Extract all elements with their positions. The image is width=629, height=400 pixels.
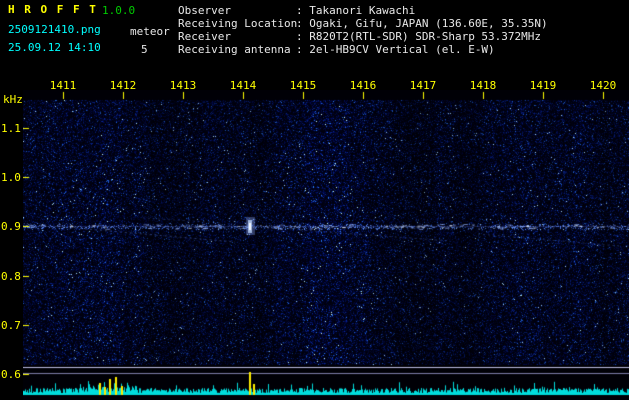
info-row-receiver: Receiver: R820T2(RTL-SDR) SDR-Sharp 53.3… [178,30,548,43]
app-title: H R O F F T [8,3,98,16]
count-label: 5 [141,43,148,56]
y-tick-label: 0.6 [1,368,21,381]
app-version: 1.0.0 [102,4,136,17]
info-value: Ogaki, Gifu, JAPAN (136.60E, 35.35N) [309,17,548,30]
hrofft-screen: H R O F F T 1.0.0 2509121410.png meteor … [0,0,629,400]
info-row-location: Receiving Location: Ogaki, Gifu, JAPAN (… [178,17,548,30]
y-tick-label: 0.8 [1,269,21,283]
station-info: Observer: Takanori Kawachi Receiving Loc… [178,4,548,56]
info-row-antenna: Receiving antenna: 2el-HB9CV Vertical (e… [178,43,548,56]
info-value: R820T2(RTL-SDR) SDR-Sharp 53.372MHz [309,30,542,43]
info-separator: : [296,30,303,43]
info-label: Receiving Location [178,17,298,30]
info-separator: : [296,17,303,30]
info-separator: : [296,43,303,56]
info-label: Observer [178,4,231,17]
datetime-label: 25.09.12 14:10 [8,41,101,54]
output-filename: 2509121410.png [8,23,101,36]
info-separator: : [296,4,303,17]
spectrogram-canvas [23,90,629,400]
y-tick-label: 0.9 [1,220,21,234]
info-row-observer: Observer: Takanori Kawachi [178,4,548,17]
y-tick-label: 0.7 [1,318,21,332]
info-label: Receiving antenna [178,43,291,56]
info-value: 2el-HB9CV Vertical (el. E-W) [309,43,495,56]
y-tick-label: 1.0 [1,171,21,185]
y-axis-unit: kHz [3,93,23,106]
y-tick-label: 1.1 [1,122,21,135]
mode-label: meteor [130,25,170,38]
info-label: Receiver [178,30,231,43]
info-value: Takanori Kawachi [309,4,416,17]
